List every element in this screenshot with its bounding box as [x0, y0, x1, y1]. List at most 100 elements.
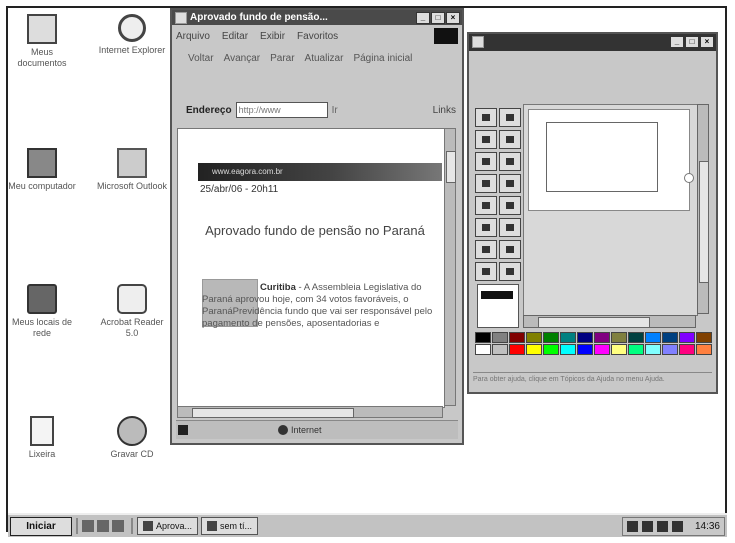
- refresh-button[interactable]: Atualizar: [305, 53, 344, 64]
- browser-title-bar[interactable]: Aprovado fundo de pensão... _ □ ×: [172, 10, 462, 25]
- paint-canvas[interactable]: [528, 109, 694, 211]
- start-button[interactable]: Iniciar: [10, 516, 72, 536]
- desktop-icon-burn-cd[interactable]: Gravar CD: [96, 416, 168, 460]
- close-button[interactable]: ×: [700, 36, 714, 48]
- pencil-tool-icon[interactable]: [475, 174, 497, 193]
- palette-swatch[interactable]: [611, 332, 627, 343]
- palette-swatch[interactable]: [509, 344, 525, 355]
- polygon-tool-icon[interactable]: [499, 240, 521, 259]
- maximize-button[interactable]: □: [431, 12, 445, 24]
- palette-swatch[interactable]: [543, 332, 559, 343]
- volume-tray-icon[interactable]: [641, 520, 653, 532]
- quick-launch-desktop-icon[interactable]: [82, 520, 94, 532]
- task-button-paint[interactable]: sem tí...: [201, 517, 259, 535]
- fill-tool-icon[interactable]: [499, 130, 521, 149]
- desktop-icon-internet-explorer[interactable]: Internet Explorer: [96, 14, 168, 56]
- minimize-button[interactable]: _: [416, 12, 430, 24]
- palette-swatch[interactable]: [679, 332, 695, 343]
- messenger-tray-icon[interactable]: [671, 520, 683, 532]
- text-tool-icon[interactable]: [499, 196, 521, 215]
- airbrush-tool-icon[interactable]: [475, 196, 497, 215]
- palette-swatch[interactable]: [560, 332, 576, 343]
- palette-swatch[interactable]: [475, 332, 491, 343]
- palette-swatch[interactable]: [560, 344, 576, 355]
- rectangle-tool-icon[interactable]: [475, 240, 497, 259]
- palette-swatch[interactable]: [509, 332, 525, 343]
- palette-swatch[interactable]: [475, 344, 491, 355]
- desktop-icon-label: Meus locais de rede: [11, 317, 73, 338]
- palette-swatch[interactable]: [577, 332, 593, 343]
- desktop-icon-network-places[interactable]: Meus locais de rede: [6, 284, 78, 339]
- color-picker-tool-icon[interactable]: [475, 152, 497, 171]
- close-button[interactable]: ×: [446, 12, 460, 24]
- go-button[interactable]: Ir: [332, 105, 338, 116]
- forward-button[interactable]: Avançar: [224, 53, 261, 64]
- back-button[interactable]: Voltar: [188, 53, 214, 64]
- scroll-thumb[interactable]: [192, 408, 354, 418]
- minimize-button[interactable]: _: [670, 36, 684, 48]
- ellipse-tool-icon[interactable]: [475, 262, 497, 281]
- palette-swatch[interactable]: [645, 332, 661, 343]
- palette-swatch[interactable]: [696, 344, 712, 355]
- browser-vertical-scrollbar[interactable]: [444, 128, 456, 406]
- line-tool-icon[interactable]: [475, 218, 497, 237]
- paint-vertical-scrollbar[interactable]: [697, 104, 709, 314]
- palette-swatch[interactable]: [594, 344, 610, 355]
- palette-swatch[interactable]: [526, 332, 542, 343]
- curve-tool-icon[interactable]: [499, 218, 521, 237]
- paint-horizontal-scrollbar[interactable]: [523, 315, 696, 328]
- antivirus-tray-icon[interactable]: [656, 520, 668, 532]
- browser-menu-bar: Arquivo Editar Exibir Favoritos: [176, 28, 458, 44]
- maximize-button[interactable]: □: [685, 36, 699, 48]
- menu-edit[interactable]: Editar: [222, 31, 248, 42]
- network-tray-icon[interactable]: [626, 520, 638, 532]
- paint-window[interactable]: _ □ × Para obter ajuda, clique em Tópico…: [467, 32, 718, 394]
- desktop-icon-my-computer[interactable]: Meu computador: [6, 148, 78, 192]
- brush-tool-icon[interactable]: [499, 174, 521, 193]
- desktop-icon-recycle-bin[interactable]: Lixeira: [6, 416, 78, 460]
- canvas-resize-handle[interactable]: [684, 173, 694, 183]
- palette-swatch[interactable]: [492, 332, 508, 343]
- palette-swatch[interactable]: [679, 344, 695, 355]
- scroll-thumb[interactable]: [538, 317, 650, 328]
- palette-swatch[interactable]: [696, 332, 712, 343]
- palette-swatch[interactable]: [492, 344, 508, 355]
- task-button-browser[interactable]: Aprova...: [137, 517, 199, 535]
- quick-launch-outlook-icon[interactable]: [112, 520, 124, 532]
- browser-horizontal-scrollbar[interactable]: [177, 406, 443, 418]
- home-button[interactable]: Página inicial: [353, 53, 412, 64]
- desktop-icon-acrobat[interactable]: Acrobat Reader 5.0: [96, 284, 168, 339]
- stop-button[interactable]: Parar: [270, 53, 294, 64]
- menu-view[interactable]: Exibir: [260, 31, 285, 42]
- quick-launch-ie-icon[interactable]: [97, 520, 109, 532]
- palette-swatch[interactable]: [628, 332, 644, 343]
- palette-swatch[interactable]: [645, 344, 661, 355]
- address-input[interactable]: http://www: [235, 102, 328, 118]
- palette-swatch[interactable]: [662, 332, 678, 343]
- palette-swatch[interactable]: [611, 344, 627, 355]
- palette-swatch[interactable]: [543, 344, 559, 355]
- rounded-rect-tool-icon[interactable]: [499, 262, 521, 281]
- eraser-tool-icon[interactable]: [475, 130, 497, 149]
- page-content[interactable]: www.eagora.com.br 25/abr/06 - 20h11 Apro…: [177, 128, 445, 408]
- browser-window[interactable]: Aprovado fundo de pensão... _ □ × Arquiv…: [170, 8, 464, 445]
- tool-options-box[interactable]: [477, 284, 519, 328]
- scroll-thumb[interactable]: [699, 161, 709, 283]
- palette-swatch[interactable]: [662, 344, 678, 355]
- palette-swatch[interactable]: [628, 344, 644, 355]
- scroll-thumb[interactable]: [446, 151, 456, 183]
- site-banner[interactable]: www.eagora.com.br: [198, 163, 442, 181]
- palette-swatch[interactable]: [526, 344, 542, 355]
- palette-swatch[interactable]: [577, 344, 593, 355]
- paint-title-bar[interactable]: _ □ ×: [469, 34, 716, 51]
- menu-file[interactable]: Arquivo: [176, 31, 210, 42]
- desktop-icon-outlook[interactable]: Microsoft Outlook: [96, 148, 168, 192]
- select-tool-icon[interactable]: [499, 108, 521, 127]
- desktop-icon-my-documents[interactable]: Meus documentos: [6, 14, 78, 69]
- links-button[interactable]: Links: [433, 105, 456, 116]
- palette-swatch[interactable]: [594, 332, 610, 343]
- magnifier-tool-icon[interactable]: [499, 152, 521, 171]
- clock[interactable]: 14:36: [695, 521, 720, 532]
- menu-favorites[interactable]: Favoritos: [297, 31, 338, 42]
- free-select-tool-icon[interactable]: [475, 108, 497, 127]
